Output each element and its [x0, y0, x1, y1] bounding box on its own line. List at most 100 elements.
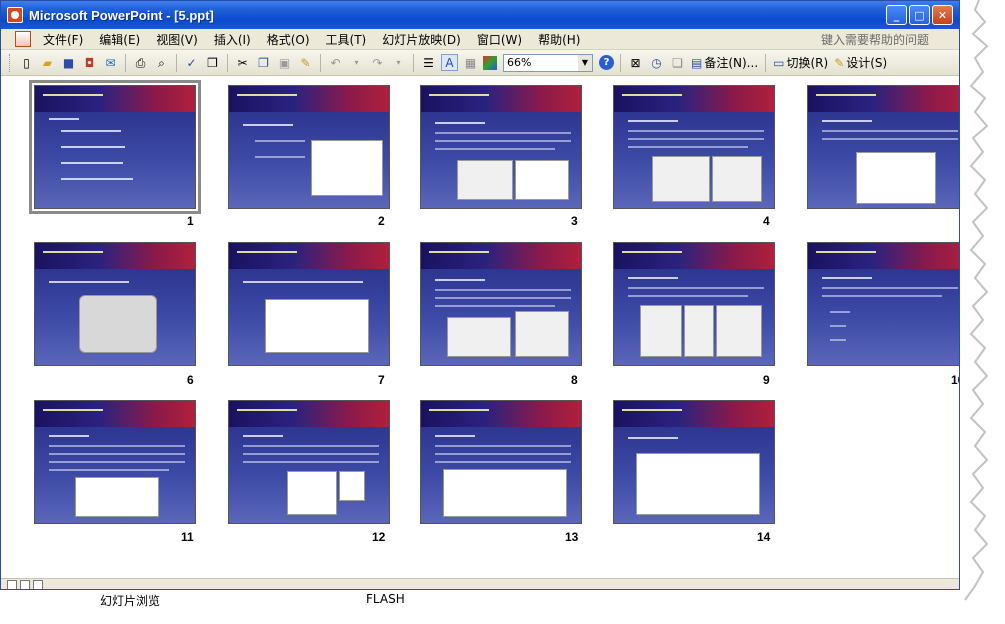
design-label: 设计(S): [846, 56, 888, 70]
slide-thumbnail[interactable]: [34, 400, 196, 524]
slide-number: 4: [763, 214, 770, 228]
toolbar-separator: [227, 53, 228, 72]
powerpoint-app-icon[interactable]: [7, 7, 23, 23]
toolbar-separator: [413, 53, 414, 72]
slide-thumbnail[interactable]: [34, 242, 196, 366]
slide-thumbnail[interactable]: [228, 242, 390, 366]
open-icon[interactable]: ▰: [39, 54, 56, 71]
taskbar-strip: 幻灯片浏览 FLASH: [0, 590, 1005, 624]
print-icon[interactable]: ⎙: [132, 54, 149, 71]
slide-number: 3: [571, 214, 578, 228]
slide-thumbnail[interactable]: [420, 400, 582, 524]
expand-all-icon[interactable]: ☰: [420, 54, 437, 71]
slide-number: 6: [187, 373, 194, 387]
slide-number: 11: [181, 530, 194, 544]
rehearse-icon[interactable]: ◷: [648, 54, 665, 71]
normal-view-button[interactable]: [7, 580, 17, 589]
slide-sorter-view: 1 2 3 4 6 7 8 9 1 11 12 13 14: [1, 76, 959, 578]
transition-label: 切换(R): [786, 56, 829, 70]
minimize-button[interactable]: _: [886, 5, 907, 25]
save-icon[interactable]: ■: [60, 54, 77, 71]
help-icon[interactable]: ?: [599, 55, 614, 70]
slide-number: 12: [372, 530, 386, 544]
slide-number: 2: [378, 214, 385, 228]
chevron-down-icon[interactable]: ▼: [578, 54, 592, 71]
menu-slideshow[interactable]: 幻灯片放映(D): [374, 31, 469, 48]
powerpoint-window: Microsoft PowerPoint - [5.ppt] _ □ ✕ 文件(…: [0, 0, 960, 590]
menu-tools[interactable]: 工具(T): [318, 31, 375, 48]
notes-icon: ▤: [691, 55, 703, 70]
redo-icon[interactable]: ↷: [369, 54, 386, 71]
toolbar-separator: [176, 53, 177, 72]
standard-toolbar: ▯ ▰ ■ ◘ ✉ ⎙ ⌕ ✓ ❒ ✂ ❐ ▣ ✎ ↶ ▾ ↷ ▾ ☰ A ▦ …: [1, 50, 959, 76]
slide-thumbnail[interactable]: [613, 85, 775, 209]
grid-icon[interactable]: ▦: [462, 54, 479, 71]
undo-icon[interactable]: ↶: [327, 54, 344, 71]
print-preview-icon[interactable]: ⌕: [153, 54, 170, 71]
slide-number: 7: [378, 373, 385, 387]
zoom-dropdown[interactable]: 66% ▼: [503, 53, 593, 72]
email-icon[interactable]: ✉: [102, 54, 119, 71]
show-formatting-icon[interactable]: A: [441, 54, 458, 71]
hide-slide-icon[interactable]: ⊠: [627, 54, 644, 71]
menu-view[interactable]: 视图(V): [148, 31, 206, 48]
slide-number: 14: [757, 530, 771, 544]
slideshow-view-button[interactable]: [33, 580, 43, 589]
window-controls: _ □ ✕: [886, 5, 953, 25]
slide-thumbnail[interactable]: [420, 85, 582, 209]
summary-slide-icon[interactable]: ❏: [669, 54, 686, 71]
window-title: Microsoft PowerPoint - [5.ppt]: [29, 7, 214, 23]
slide-thumbnail[interactable]: [613, 400, 775, 524]
toolbar-separator: [765, 53, 767, 72]
paste-icon[interactable]: ▣: [276, 54, 293, 71]
slide-number: 1: [187, 214, 194, 228]
copy-icon[interactable]: ❐: [255, 54, 272, 71]
document-menu-icon[interactable]: [15, 31, 31, 47]
menu-help[interactable]: 帮助(H): [530, 31, 588, 48]
slide-sorter-view-button[interactable]: [20, 580, 30, 589]
status-bar: [1, 578, 959, 589]
menu-format[interactable]: 格式(O): [259, 31, 318, 48]
menu-window[interactable]: 窗口(W): [469, 31, 530, 48]
menu-bar: 文件(F) 编辑(E) 视图(V) 插入(I) 格式(O) 工具(T) 幻灯片放…: [1, 29, 959, 50]
spelling-icon[interactable]: ✓: [183, 54, 200, 71]
toolbar-separator: [620, 53, 621, 72]
slide-thumbnail[interactable]: [228, 85, 390, 209]
toolbar-grip[interactable]: [9, 53, 12, 72]
slide-number: 9: [763, 373, 770, 387]
cut-icon[interactable]: ✂: [234, 54, 251, 71]
redo-dropdown-icon[interactable]: ▾: [390, 54, 407, 71]
new-icon[interactable]: ▯: [18, 54, 35, 71]
menu-edit[interactable]: 编辑(E): [91, 31, 148, 48]
design-icon: ✎: [834, 55, 845, 70]
notes-button[interactable]: ▤ 备注(N)...: [688, 54, 761, 71]
help-search-box[interactable]: 键入需要帮助的问题: [821, 31, 929, 48]
taskbar-item-flash[interactable]: FLASH: [366, 592, 405, 606]
maximize-button[interactable]: □: [909, 5, 930, 25]
torn-edge-decoration: [945, 0, 1005, 624]
notes-label: 备注(N)...: [704, 56, 759, 70]
zoom-value: 66%: [507, 56, 532, 69]
slide-number: 13: [565, 530, 579, 544]
toolbar-separator: [125, 53, 126, 72]
undo-dropdown-icon[interactable]: ▾: [348, 54, 365, 71]
color-icon[interactable]: [483, 55, 497, 70]
slide-thumbnail[interactable]: [420, 242, 582, 366]
slide-thumbnail[interactable]: [29, 80, 201, 214]
slide-thumbnail[interactable]: [807, 242, 959, 366]
research-icon[interactable]: ❒: [204, 54, 221, 71]
slide-number: 8: [571, 373, 578, 387]
transition-icon: ▭: [773, 55, 785, 70]
slide-thumbnail[interactable]: [228, 400, 390, 524]
permission-icon[interactable]: ◘: [81, 54, 98, 71]
menu-insert[interactable]: 插入(I): [206, 31, 259, 48]
slide-thumbnail[interactable]: [807, 85, 959, 209]
menu-file[interactable]: 文件(F): [35, 31, 91, 48]
transition-button[interactable]: ▭ 切换(R): [770, 54, 831, 71]
taskbar-item-slide-sorter[interactable]: 幻灯片浏览: [100, 592, 160, 609]
design-button[interactable]: ✎ 设计(S): [831, 54, 890, 71]
title-bar[interactable]: Microsoft PowerPoint - [5.ppt] _ □ ✕: [1, 1, 959, 29]
format-painter-icon[interactable]: ✎: [297, 54, 314, 71]
slide-thumbnail[interactable]: [613, 242, 775, 366]
toolbar-separator: [320, 53, 321, 72]
